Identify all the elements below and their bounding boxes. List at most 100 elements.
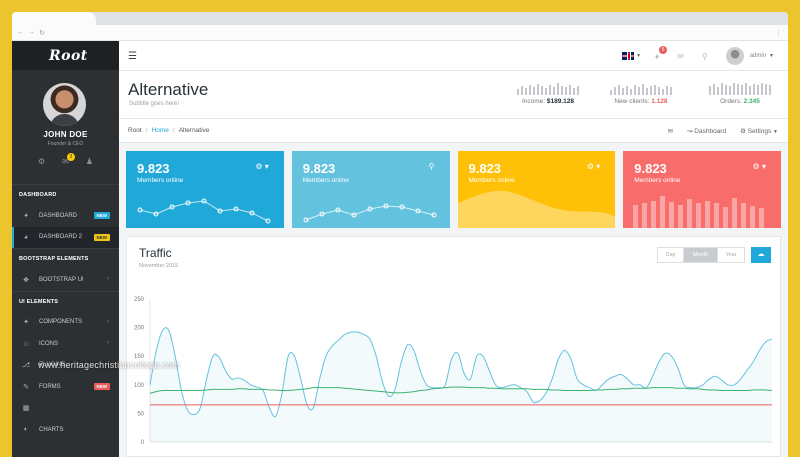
- settings-icon[interactable]: ⚙: [38, 157, 45, 166]
- chevron-left-icon: ‹: [107, 318, 109, 325]
- mini-bar: [729, 86, 731, 95]
- sidebar-item-forms[interactable]: ✎ FORMS NEW: [12, 376, 119, 398]
- profile-name: JOHN DOE: [43, 130, 88, 139]
- breadcrumb-root[interactable]: Root: [128, 127, 142, 134]
- section-dashboard: DASHBOARD: [12, 184, 119, 205]
- brand-name: Root: [49, 47, 88, 64]
- hamburger-menu-icon[interactable]: ☰: [128, 51, 137, 62]
- mini-bar: [753, 84, 755, 95]
- brand-logo[interactable]: Root: [12, 41, 119, 70]
- new-badge: NEW: [93, 383, 110, 390]
- mini-bar: [545, 88, 547, 95]
- browser-tab[interactable]: [12, 12, 96, 25]
- page-subtitle: Subtitle goes here!: [129, 101, 180, 107]
- sidebar-item-charts[interactable]: ◐ CHARTS: [12, 419, 119, 441]
- message-icon[interactable]: ✉: [668, 127, 673, 135]
- username[interactable]: admin: [750, 53, 766, 59]
- reload-icon[interactable]: ↻: [39, 29, 45, 37]
- page-header: Alternative Subtitle goes here! Income: …: [119, 71, 788, 119]
- settings-label: Settings: [747, 128, 772, 135]
- mail-icon[interactable]: ✉: [677, 52, 684, 61]
- members-card-3[interactable]: 9.823 Members online ⚙ ▾: [457, 151, 616, 228]
- series-area-1: [150, 327, 772, 442]
- chevron-down-icon: ▼: [773, 129, 778, 135]
- star-icon: ☆: [22, 340, 30, 348]
- section-ui-elements: UI ELEMENTS: [12, 290, 119, 312]
- income-mini-bar-chart: [517, 83, 579, 95]
- mini-bar: [553, 87, 555, 95]
- mini-bar: [737, 84, 739, 95]
- browser-tab-bar: [12, 12, 788, 25]
- bell-icon[interactable]: ♦ 5: [655, 45, 668, 61]
- sidebar-item-components[interactable]: ✦ COMPONENTS ‹: [12, 312, 119, 334]
- mini-bar: [533, 87, 535, 95]
- mini-bar: [670, 87, 672, 95]
- mini-bar: [549, 85, 551, 95]
- mini-bar: [561, 86, 563, 95]
- browser-url-bar[interactable]: ← → ↻ ⋮: [12, 25, 788, 41]
- calculator-icon: ▦: [22, 405, 30, 413]
- mini-bar: [765, 84, 767, 95]
- range-month-button[interactable]: Month: [684, 248, 718, 262]
- section-bootstrap-elements: BOOTSTRAP ELEMENTS: [12, 248, 119, 269]
- mini-bar: [717, 87, 719, 95]
- card-line-sparkline: [303, 203, 437, 223]
- forward-arrow-icon[interactable]: →: [28, 29, 35, 36]
- mini-bar: [713, 84, 715, 95]
- members-card-4[interactable]: 9.823 Members online ⚙ ▾: [623, 151, 781, 228]
- browser-window: ← → ↻ ⋮ Root JOHN DOE Founder & CEO ⚙ ✉ 3…: [12, 12, 788, 457]
- profile-actions: ⚙ ✉ 3 ♟: [12, 153, 119, 166]
- range-year-button[interactable]: Year: [718, 248, 744, 262]
- stat-value: 2.345: [743, 98, 760, 105]
- chevron-left-icon: ‹: [107, 276, 109, 282]
- location-pin-icon[interactable]: ⚲: [702, 52, 708, 61]
- settings-dropdown[interactable]: ⚙ Settings ▼: [740, 127, 778, 135]
- y-tick-label: 50: [137, 411, 144, 417]
- mini-bar: [646, 88, 648, 95]
- y-tick-label: 200: [134, 326, 145, 332]
- app: Root JOHN DOE Founder & CEO ⚙ ✉ 3 ♟ DASHB…: [12, 41, 788, 457]
- sidebar-item-dashboard[interactable]: ◕ DASHBOARD NEW: [12, 205, 119, 227]
- avatar[interactable]: [43, 83, 86, 126]
- sidebar-item-widgets[interactable]: ▦: [12, 398, 119, 420]
- chart-icon: ◐: [23, 426, 29, 434]
- new-badge: NEW: [93, 212, 110, 219]
- mini-bar: [745, 83, 747, 95]
- breadcrumb-home[interactable]: Home: [152, 127, 169, 134]
- cloud-upload-icon: ☁: [757, 251, 765, 258]
- upload-button[interactable]: ☁: [751, 247, 771, 263]
- puzzle-icon: ❖: [22, 276, 30, 284]
- chevron-down-icon[interactable]: ▼: [636, 53, 641, 59]
- mini-bar: [565, 87, 567, 95]
- top-navbar: ☰ ▼ ♦ 5 ✉ ⚲ admin ▼: [119, 41, 788, 71]
- dashboard-link[interactable]: ↝ Dashboard: [687, 127, 726, 135]
- browser-menu-icon[interactable]: ⋮: [775, 29, 782, 37]
- gear-icon: ⚙: [740, 128, 746, 135]
- sidebar-item-dashboard-2[interactable]: ◕ DASHBOARD 2 NEW: [12, 226, 119, 248]
- sidebar-item-bootstrap-ui[interactable]: ❖ BOOTSTRAP UI ‹: [12, 269, 119, 291]
- clients-mini-bar-chart: [610, 84, 672, 95]
- chevron-down-icon[interactable]: ▼: [769, 53, 774, 59]
- messages-icon[interactable]: ✉ 3: [62, 153, 75, 166]
- back-arrow-icon[interactable]: ←: [17, 29, 24, 36]
- card-area-sparkline: [457, 190, 615, 228]
- mini-bar: [642, 84, 644, 95]
- members-card-1[interactable]: 9.823 Members online ⚙ ▾: [126, 151, 284, 228]
- traffic-panel: Traffic November 2015 Day Month Year ☁ 0…: [126, 236, 781, 457]
- sidebar-item-icons[interactable]: ☆ ICONS ‹: [12, 333, 119, 355]
- stat-new-clients: New clients: 1.128: [606, 83, 676, 105]
- mini-bar: [529, 85, 531, 95]
- plug-icon: ⎇: [21, 362, 31, 370]
- breadcrumb-current: Alternative: [178, 127, 210, 134]
- stat-orders: Orders: 2.345: [705, 83, 775, 105]
- uk-flag-icon[interactable]: [622, 52, 635, 60]
- members-card-2[interactable]: 9.823 Members online ⚲: [291, 151, 450, 228]
- range-day-button[interactable]: Day: [658, 248, 684, 262]
- avatar[interactable]: [725, 47, 744, 65]
- dashboard-icon: ◕: [23, 233, 29, 241]
- mini-bar: [614, 87, 616, 95]
- mini-bar: [709, 86, 711, 95]
- user-icon[interactable]: ♟: [86, 157, 93, 166]
- mini-bar: [557, 83, 559, 95]
- line-chart-icon: ↝: [687, 128, 693, 135]
